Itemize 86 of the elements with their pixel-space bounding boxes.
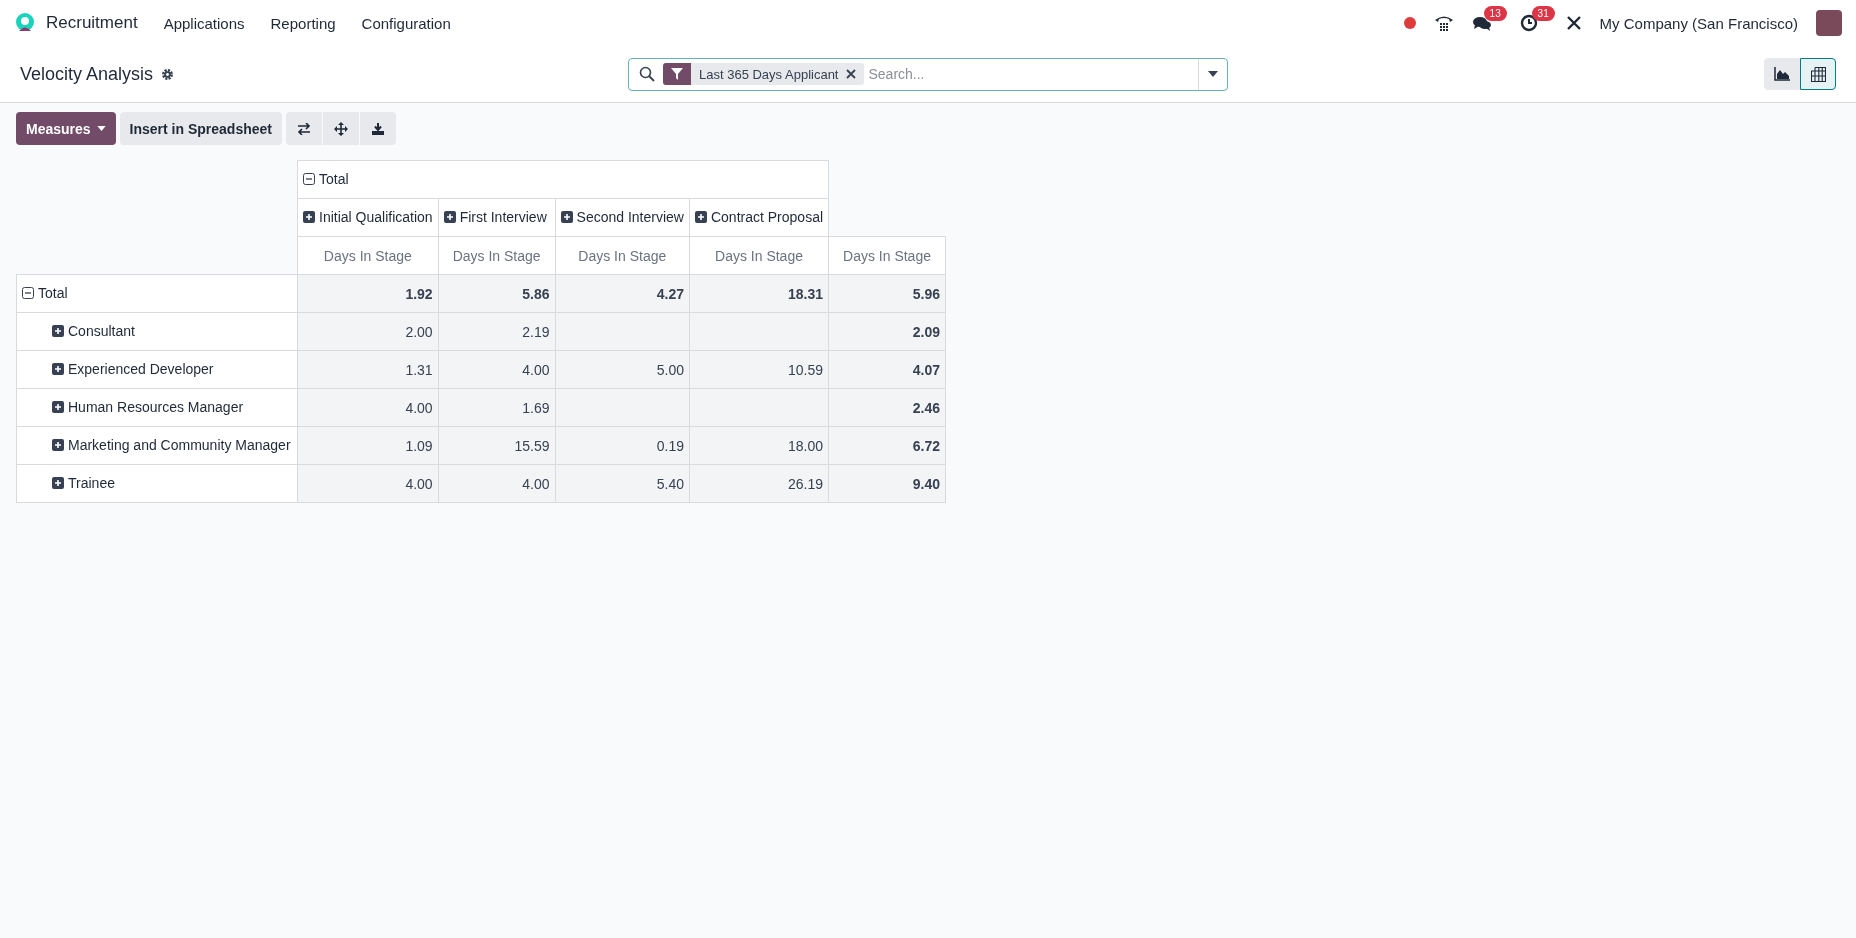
table-cell: 18.31 bbox=[689, 274, 829, 313]
table-cell: 4.27 bbox=[555, 274, 690, 313]
activity-count-badge: 31 bbox=[1531, 6, 1555, 21]
table-cell: 2.19 bbox=[438, 312, 556, 351]
collapse-icon[interactable] bbox=[303, 173, 315, 185]
table-cell: 4.00 bbox=[438, 350, 556, 389]
app-name[interactable]: Recruitment bbox=[46, 13, 138, 33]
pivot-view-button[interactable] bbox=[1800, 58, 1836, 90]
status-dot-icon[interactable] bbox=[1403, 17, 1416, 29]
expand-icon[interactable] bbox=[303, 211, 315, 223]
expand-icon[interactable] bbox=[694, 211, 707, 223]
column-header[interactable]: Contract Proposal bbox=[689, 198, 829, 237]
table-cell: 2.46 bbox=[828, 388, 946, 427]
expand-icon[interactable] bbox=[52, 439, 64, 451]
caret-icon[interactable] bbox=[1208, 71, 1218, 77]
phone-icon[interactable] bbox=[1433, 14, 1454, 32]
swap-arrows-icon bbox=[297, 122, 311, 135]
close-icon[interactable] bbox=[846, 69, 857, 79]
expand-icon[interactable] bbox=[52, 363, 64, 375]
measure-header[interactable]: Days In Stage bbox=[689, 236, 829, 275]
table-cell: 15.59 bbox=[438, 426, 556, 465]
app-logo-icon[interactable] bbox=[14, 12, 36, 34]
row-header[interactable]: Total bbox=[16, 274, 298, 313]
measure-header[interactable]: Days In Stage bbox=[555, 236, 690, 275]
expand-icon[interactable] bbox=[52, 401, 64, 413]
column-header[interactable]: Initial Qualification bbox=[297, 198, 439, 237]
graph-view-button[interactable] bbox=[1764, 58, 1800, 90]
expand-icon[interactable] bbox=[52, 325, 64, 337]
menu-item[interactable]: Applications bbox=[155, 10, 253, 36]
expand-icon[interactable] bbox=[560, 211, 573, 223]
table-cell: 1.69 bbox=[438, 388, 556, 427]
table-cell: 0.19 bbox=[555, 426, 690, 465]
table-cell: 1.31 bbox=[297, 350, 439, 389]
menu-item[interactable]: Configuration bbox=[353, 10, 459, 36]
table-cell: 26.19 bbox=[689, 464, 829, 503]
row-header[interactable]: Consultant bbox=[16, 312, 298, 351]
table-cell: 1.92 bbox=[297, 274, 439, 313]
area-chart-icon bbox=[1774, 67, 1790, 81]
table-cell: 5.40 bbox=[555, 464, 690, 503]
table-cell: 6.72 bbox=[828, 426, 946, 465]
table-icon bbox=[1810, 66, 1826, 82]
search-bar[interactable]: Last 365 Days Applicant Search... bbox=[628, 57, 1228, 91]
clock-icon[interactable] bbox=[1519, 14, 1538, 32]
row-header[interactable]: Human Resources Manager bbox=[16, 388, 298, 427]
download-icon bbox=[372, 122, 384, 135]
gear-icon[interactable] bbox=[161, 67, 175, 81]
table-cell: 5.96 bbox=[828, 274, 946, 313]
collapse-icon[interactable] bbox=[22, 287, 34, 299]
measure-header[interactable]: Days In Stage bbox=[438, 236, 556, 275]
table-cell: 10.59 bbox=[689, 350, 829, 389]
download-button[interactable] bbox=[360, 112, 396, 145]
search-icon[interactable] bbox=[639, 66, 655, 82]
insert-spreadsheet-button[interactable]: Insert in Spreadsheet bbox=[119, 112, 282, 145]
table-cell: 18.00 bbox=[689, 426, 829, 465]
table-cell: 5.00 bbox=[555, 350, 690, 389]
row-header[interactable]: Trainee bbox=[16, 464, 298, 503]
column-header[interactable]: First Interview bbox=[438, 198, 556, 237]
expand-icon[interactable] bbox=[443, 211, 456, 223]
expand-all-button[interactable] bbox=[323, 112, 359, 145]
column-header[interactable]: Total bbox=[297, 160, 829, 199]
page-title: Velocity Analysis bbox=[20, 63, 154, 85]
table-cell: 4.00 bbox=[438, 464, 556, 503]
flip-axis-button[interactable] bbox=[286, 112, 322, 145]
caret-icon bbox=[96, 126, 106, 131]
table-cell: 2.00 bbox=[297, 312, 439, 351]
company-name[interactable]: My Company (San Francisco) bbox=[1599, 14, 1798, 32]
measures-button[interactable]: Measures bbox=[16, 112, 116, 145]
measure-header[interactable]: Days In Stage bbox=[297, 236, 439, 275]
row-header[interactable]: Experienced Developer bbox=[16, 350, 298, 389]
table-cell: 1.09 bbox=[297, 426, 439, 465]
move-arrows-icon bbox=[334, 121, 348, 136]
row-header[interactable]: Marketing and Community Manager bbox=[16, 426, 298, 465]
filter-facet[interactable]: Last 365 Days Applicant bbox=[663, 63, 865, 85]
table-cell: 4.00 bbox=[297, 388, 439, 427]
measure-header[interactable]: Days In Stage bbox=[828, 236, 946, 275]
chat-icon[interactable] bbox=[1471, 14, 1492, 32]
message-count-badge: 13 bbox=[1483, 6, 1507, 21]
expand-icon[interactable] bbox=[52, 477, 64, 489]
table-cell: 4.07 bbox=[828, 350, 946, 389]
table-cell: 9.40 bbox=[828, 464, 946, 503]
column-header[interactable]: Second Interview bbox=[555, 198, 690, 237]
menu-item[interactable]: Reporting bbox=[262, 10, 344, 36]
table-cell: 4.00 bbox=[297, 464, 439, 503]
table-cell: 5.86 bbox=[438, 274, 556, 313]
table-cell: 2.09 bbox=[828, 312, 946, 351]
funnel-icon bbox=[671, 68, 683, 80]
